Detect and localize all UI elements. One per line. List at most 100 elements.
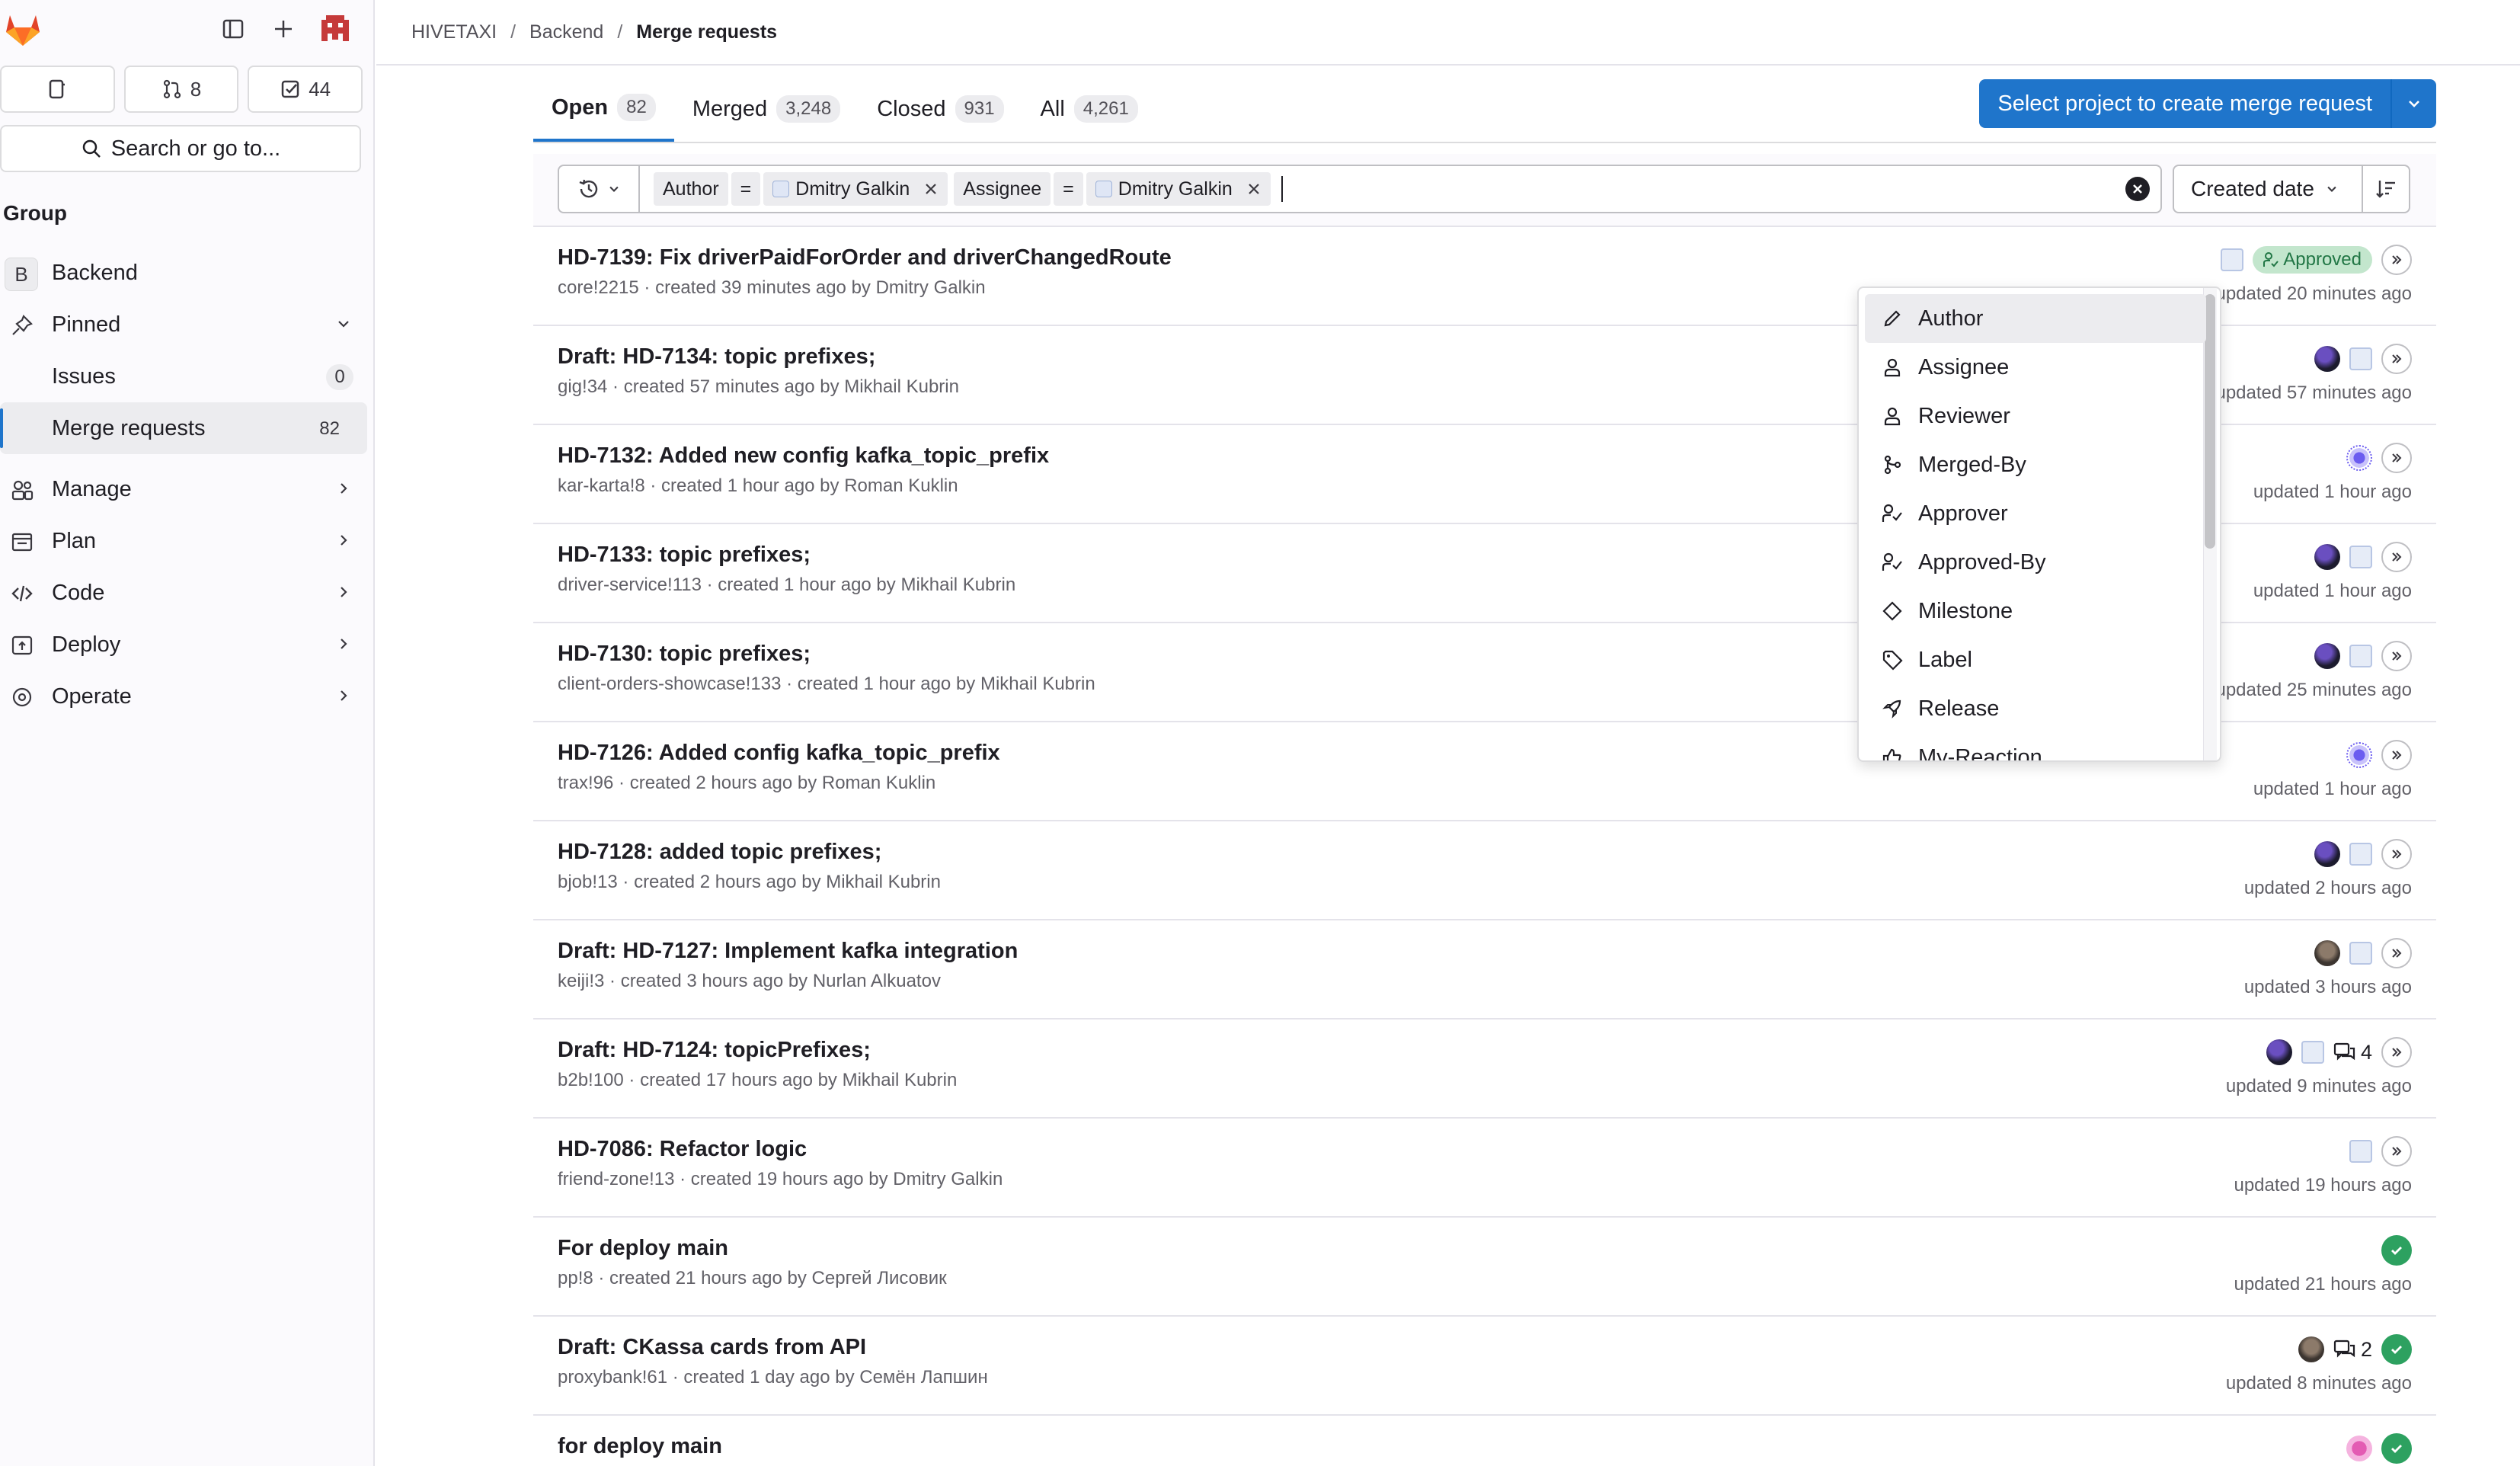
pipeline-passed-icon[interactable]: [2381, 1334, 2412, 1365]
sidebar-item-merge-requests[interactable]: Merge requests 82: [0, 402, 367, 454]
mr-title-link[interactable]: for deploy main: [558, 1434, 722, 1459]
author-avatar[interactable]: [2298, 1336, 2324, 1362]
suggestion-approver[interactable]: Approver: [1865, 489, 2206, 538]
author-avatar[interactable]: [2346, 1436, 2372, 1461]
author-avatar[interactable]: [2314, 643, 2340, 669]
mr-title-link[interactable]: Draft: HD-7127: Implement kafka integrat…: [558, 939, 1018, 964]
tab-open[interactable]: Open 82: [533, 76, 674, 142]
assignee-avatar[interactable]: [2346, 445, 2372, 471]
sidebar-item-issues[interactable]: Issues 0: [0, 350, 375, 402]
author-avatar[interactable]: [2314, 940, 2340, 966]
suggestion-reviewer[interactable]: Reviewer: [1865, 392, 2206, 440]
comments-count[interactable]: 4: [2333, 1041, 2372, 1064]
search-or-goto-button[interactable]: Search or go to...: [0, 125, 361, 172]
mr-title-link[interactable]: HD-7133: topic prefixes;: [558, 543, 811, 568]
user-icon: [1884, 407, 1901, 426]
pipeline-status-icon[interactable]: [2381, 443, 2412, 473]
suggestion-merged-by[interactable]: Merged-By: [1865, 440, 2206, 489]
create-mr-dropdown-toggle[interactable]: [2390, 79, 2436, 128]
dropdown-scrollbar[interactable]: [2205, 294, 2215, 549]
mr-title-link[interactable]: HD-7126: Added config kafka_topic_prefix: [558, 741, 1000, 766]
suggestion-release[interactable]: Release: [1865, 684, 2206, 733]
create-new-icon[interactable]: [265, 11, 302, 47]
filtered-search-input[interactable]: Author = Dmitry Galkin Assignee = Dmitry…: [638, 165, 2162, 213]
mr-counter-button[interactable]: 8: [123, 66, 239, 113]
comments-count[interactable]: 2: [2333, 1338, 2372, 1362]
assignee-avatar[interactable]: [2349, 645, 2372, 667]
assignee-avatar[interactable]: [2349, 942, 2372, 965]
sidebar-item-label: Merge requests: [52, 415, 206, 440]
chevron-down-icon: [2409, 101, 2419, 107]
mr-title-link[interactable]: Draft: HD-7124: topicPrefixes;: [558, 1038, 871, 1063]
todos-counter-button[interactable]: 44: [248, 66, 363, 113]
breadcrumb-group[interactable]: Backend: [529, 21, 603, 43]
tab-all[interactable]: All 4,261: [1022, 76, 1156, 142]
context-switcher[interactable]: B Backend: [0, 247, 375, 299]
tab-closed[interactable]: Closed 931: [859, 76, 1022, 142]
mr-indicators: [2314, 640, 2412, 672]
user-avatar-icon[interactable]: [317, 11, 353, 47]
suggestion-assignee[interactable]: Assignee: [1865, 343, 2206, 392]
suggestion-milestone[interactable]: Milestone: [1865, 587, 2206, 635]
close-icon[interactable]: [923, 181, 939, 197]
pipeline-status-icon[interactable]: [2381, 938, 2412, 968]
author-avatar[interactable]: [2314, 544, 2340, 570]
assignee-avatar[interactable]: [2221, 248, 2244, 271]
mr-title-link[interactable]: HD-7086: Refactor logic: [558, 1137, 807, 1162]
author-avatar[interactable]: [2266, 1039, 2292, 1065]
gitlab-logo-icon[interactable]: [3, 9, 43, 49]
suggestion-author[interactable]: Author: [1865, 294, 2206, 343]
pipeline-status-icon[interactable]: [2381, 1136, 2412, 1167]
mr-title-link[interactable]: Draft: HD-7134: topic prefixes;: [558, 344, 875, 370]
pipeline-passed-icon[interactable]: [2381, 1433, 2412, 1464]
breadcrumb-root[interactable]: HIVETAXI: [411, 21, 497, 43]
pipeline-status-icon[interactable]: [2381, 245, 2412, 275]
mr-title-link[interactable]: HD-7139: Fix driverPaidForOrder and driv…: [558, 245, 1172, 270]
sidebar-item-deploy[interactable]: Deploy: [0, 619, 375, 671]
suggestion-my-reaction[interactable]: My-Reaction: [1865, 733, 2206, 760]
pipeline-status-icon[interactable]: [2381, 344, 2412, 374]
mr-title-link[interactable]: Draft: CKassa cards from API: [558, 1335, 866, 1360]
sidebar-toggle-icon[interactable]: [215, 11, 251, 47]
assignee-avatar[interactable]: [2349, 347, 2372, 370]
sidebar-item-pinned[interactable]: Pinned: [0, 299, 375, 350]
assignee-avatar[interactable]: [2349, 843, 2372, 866]
pipeline-status-icon[interactable]: [2381, 542, 2412, 572]
comments-number: 4: [2360, 1040, 2372, 1064]
assignee-avatar[interactable]: [2346, 742, 2372, 768]
author-avatar[interactable]: [2314, 346, 2340, 372]
sort-field-dropdown[interactable]: Created date: [2173, 165, 2363, 213]
suggestion-label[interactable]: Label: [1865, 635, 2206, 684]
pipeline-status-icon[interactable]: [2381, 1037, 2412, 1067]
sidebar-item-plan[interactable]: Plan: [0, 515, 375, 567]
sidebar-item-code[interactable]: Code: [0, 567, 375, 619]
tab-merged[interactable]: Merged 3,248: [674, 76, 859, 142]
sidebar-item-manage[interactable]: Manage: [0, 463, 375, 515]
suggestion-approved-by[interactable]: Approved-By: [1865, 538, 2206, 587]
group-avatar: B: [5, 258, 38, 291]
clear-search-icon[interactable]: [2125, 177, 2150, 201]
mr-title-link[interactable]: HD-7128: added topic prefixes;: [558, 840, 881, 865]
filter-token-author[interactable]: Author = Dmitry Galkin: [654, 172, 951, 206]
breadcrumb-current[interactable]: Merge requests: [636, 21, 777, 43]
approved-badge: Approved: [2253, 246, 2372, 274]
create-mr-button[interactable]: Select project to create merge request: [1979, 79, 2390, 128]
pipeline-status-icon[interactable]: [2381, 641, 2412, 671]
assignee-avatar[interactable]: [2349, 1140, 2372, 1163]
mr-title-link[interactable]: HD-7132: Added new config kafka_topic_pr…: [558, 443, 1049, 469]
issues-counter-button[interactable]: [0, 66, 115, 113]
pipeline-passed-icon[interactable]: [2381, 1235, 2412, 1266]
author-avatar[interactable]: [2314, 841, 2340, 867]
pipeline-status-icon[interactable]: [2381, 839, 2412, 869]
mr-title-link[interactable]: HD-7130: topic prefixes;: [558, 642, 811, 667]
pipeline-status-icon[interactable]: [2381, 740, 2412, 770]
filter-token-assignee[interactable]: Assignee = Dmitry Galkin: [954, 172, 1273, 206]
close-icon[interactable]: [1246, 181, 1262, 197]
assignee-avatar[interactable]: [2349, 546, 2372, 568]
mr-title-link[interactable]: For deploy main: [558, 1236, 728, 1261]
assignee-avatar[interactable]: [2301, 1041, 2324, 1064]
context-name: Backend: [52, 260, 138, 285]
sort-direction-button[interactable]: [2362, 165, 2410, 213]
recent-searches-button[interactable]: [558, 165, 640, 213]
sidebar-item-operate[interactable]: Operate: [0, 671, 375, 722]
